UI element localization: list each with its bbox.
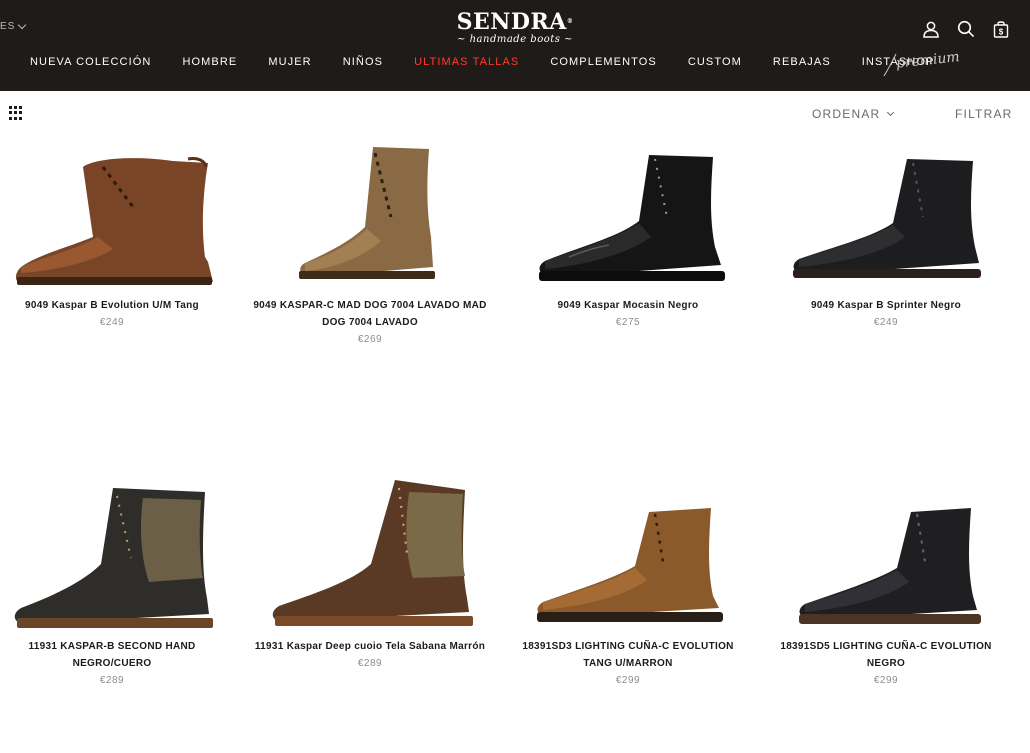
product-card[interactable]: 9049 Kaspar B Evolution U/M Tang €249 (0, 137, 241, 331)
product-name[interactable]: 9049 Kaspar Mocasin Negro (499, 297, 757, 314)
nav-item-complementos[interactable]: COMPLEMENTOS (550, 56, 657, 68)
sort-label: ORDENAR (812, 107, 881, 121)
premium-label: premium (895, 49, 960, 72)
cart-badge: $ (999, 28, 1004, 37)
product-price: €299 (615, 675, 641, 686)
product-name[interactable]: 11931 KASPAR-B SECOND HAND NEGRO/CUERO (0, 638, 241, 672)
brand-mark: ® (566, 18, 574, 25)
product-price: €275 (615, 317, 641, 328)
nav-item-ultimas-tallas[interactable]: ULTIMAS TALLAS (414, 56, 519, 68)
nav-item-rebajas[interactable]: REBAJAS (773, 56, 831, 68)
product-price: €299 (873, 675, 899, 686)
product-price: €269 (357, 334, 383, 345)
product-image[interactable] (757, 137, 1015, 297)
product-name[interactable]: 18391SD5 LIGHTING CUÑA-C EVOLUTION NEGRO (757, 638, 1015, 672)
product-card[interactable]: 9049 Kaspar Mocasin Negro €275 (499, 137, 757, 331)
product-price: €289 (357, 658, 383, 669)
product-name[interactable]: 9049 Kaspar B Evolution U/M Tang (0, 297, 241, 314)
account-icon[interactable] (922, 20, 940, 38)
main-nav: NUEVA COLECCIÓN HOMBRE MUJER NIÑOS ULTIM… (30, 56, 965, 68)
product-price: €249 (99, 317, 125, 328)
premium-logo[interactable]: premium (882, 48, 968, 78)
product-image[interactable] (499, 137, 757, 297)
filter-button[interactable]: FILTRAR (955, 107, 1013, 121)
product-image[interactable] (0, 478, 241, 638)
nav-item-custom[interactable]: CUSTOM (688, 56, 742, 68)
product-price: €289 (99, 675, 125, 686)
nav-item-mujer[interactable]: MUJER (268, 56, 311, 68)
product-name[interactable]: 9049 KASPAR-C MAD DOG 7004 LAVADO MAD DO… (241, 297, 499, 331)
search-icon[interactable] (957, 20, 975, 38)
nav-item-hombre[interactable]: HOMBRE (182, 56, 237, 68)
grid-view-icon[interactable] (9, 106, 23, 120)
product-image[interactable] (241, 137, 499, 297)
product-name[interactable]: 9049 Kaspar B Sprinter Negro (757, 297, 1015, 314)
brand-logo[interactable]: SENDRA® ~ handmade boots ~ (0, 10, 1030, 45)
nav-item-nueva-coleccion[interactable]: NUEVA COLECCIÓN (30, 56, 151, 68)
product-card[interactable]: 18391SD5 LIGHTING CUÑA-C EVOLUTION NEGRO… (757, 478, 1015, 689)
brand-tagline: ~ handmade boots ~ (457, 34, 573, 45)
sort-dropdown[interactable]: ORDENAR (812, 107, 895, 121)
product-image[interactable] (499, 478, 757, 638)
brand-name: SENDRA (456, 9, 567, 35)
nav-item-ninos[interactable]: NIÑOS (343, 56, 383, 68)
cart-icon[interactable]: $ (992, 20, 1010, 38)
product-image[interactable] (0, 137, 241, 297)
product-name[interactable]: 18391SD3 LIGHTING CUÑA-C EVOLUTION TANG … (499, 638, 757, 672)
product-card[interactable]: 18391SD3 LIGHTING CUÑA-C EVOLUTION TANG … (499, 478, 757, 689)
product-price: €249 (873, 317, 899, 328)
product-image[interactable] (241, 478, 499, 638)
product-card[interactable]: 11931 KASPAR-B SECOND HAND NEGRO/CUERO €… (0, 478, 241, 689)
product-card[interactable]: 11931 Kaspar Deep cuoio Tela Sabana Marr… (241, 478, 499, 672)
header-actions: $ (922, 20, 1010, 38)
product-image[interactable] (757, 478, 1015, 638)
product-card[interactable]: 9049 Kaspar B Sprinter Negro €249 (757, 137, 1015, 331)
product-name[interactable]: 11931 Kaspar Deep cuoio Tela Sabana Marr… (241, 638, 499, 655)
site-header: ES SENDRA® ~ handmade boots ~ $ NUEVA CO… (0, 0, 1030, 91)
collection-toolbar: ORDENAR FILTRAR (0, 91, 1030, 137)
product-card[interactable]: 9049 KASPAR-C MAD DOG 7004 LAVADO MAD DO… (241, 137, 499, 348)
chevron-down-icon (887, 108, 895, 117)
